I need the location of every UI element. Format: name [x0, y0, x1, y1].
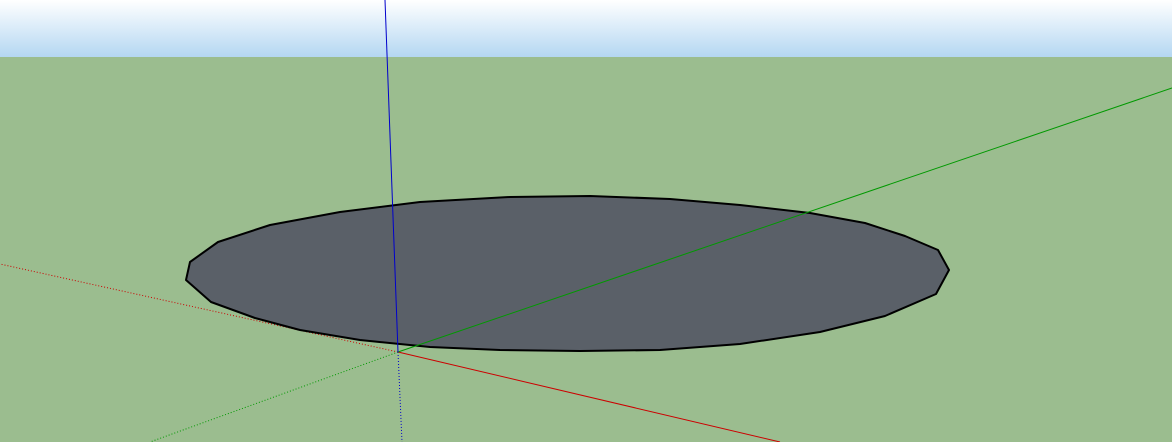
circle-face[interactable]: [185, 195, 950, 352]
modeling-viewport[interactable]: [0, 0, 1172, 442]
green-axis-negative: [149, 351, 399, 442]
red-axis: [397, 351, 781, 442]
blue-axis-negative: [397, 351, 403, 442]
scene-canvas[interactable]: [0, 0, 1172, 442]
